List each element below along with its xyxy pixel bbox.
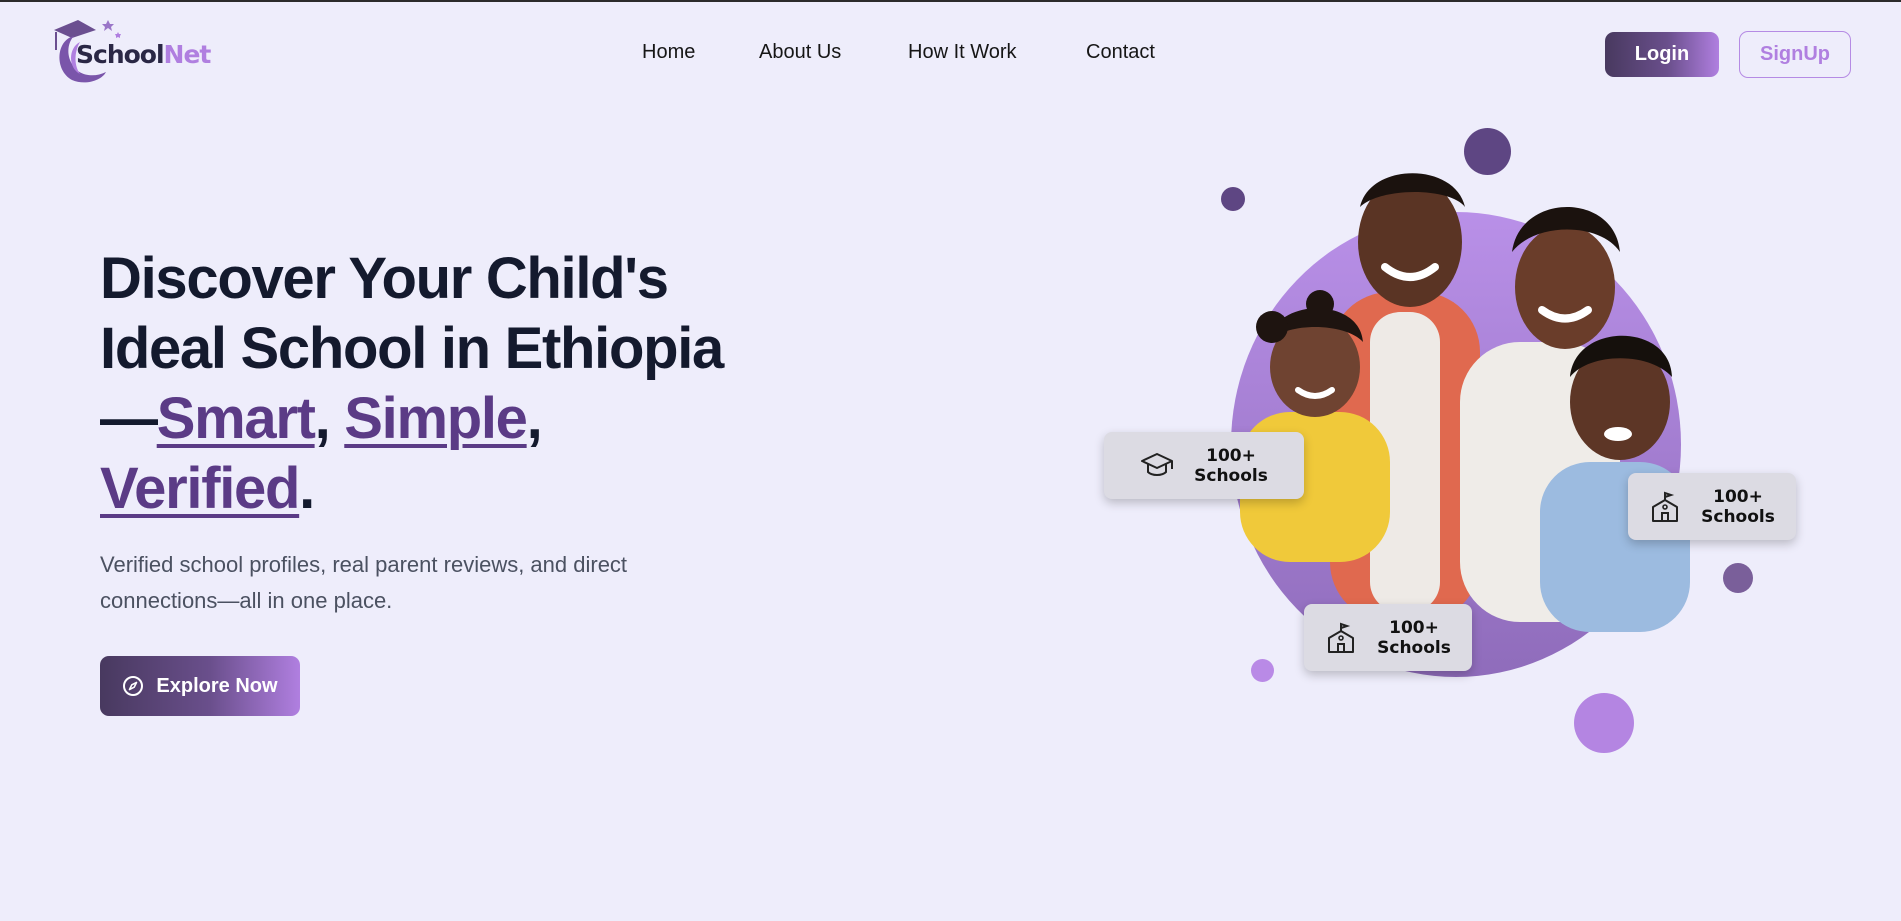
highlight-verified: Verified — [100, 456, 300, 521]
comma-1: , — [314, 386, 331, 451]
highlight-simple: Simple — [344, 386, 528, 451]
signup-button[interactable]: SignUp — [1739, 31, 1851, 78]
explore-now-button[interactable]: Explore Now — [100, 656, 300, 716]
hero-subtitle: Verified school profiles, real parent re… — [100, 552, 628, 613]
compass-icon — [123, 676, 144, 696]
nav-how-it-work[interactable]: How It Work — [908, 41, 1017, 64]
nav-contact[interactable]: Contact — [1086, 41, 1155, 64]
nav-about-us[interactable]: About Us — [759, 41, 841, 64]
comma-2: , — [526, 386, 543, 451]
graduation-cap-icon — [1141, 452, 1174, 476]
stat-badge: 100+ Schools — [1104, 432, 1304, 499]
decorative-dot — [1251, 659, 1274, 682]
decorative-dot — [1574, 693, 1634, 753]
hero-title-line2: Ideal School in Ethiopia — [100, 316, 724, 381]
highlight-smart: Smart — [156, 386, 316, 451]
stat-badge-text: 100+ Schools — [1701, 486, 1775, 527]
stat-badge: 100+ Schools — [1304, 604, 1472, 671]
hero-title-line1: Discover Your Child's — [100, 246, 669, 311]
stat-badge: 100+ Schools — [1628, 473, 1796, 540]
hero-title-dash: — — [100, 386, 158, 451]
decorative-dot — [1723, 563, 1753, 593]
stat-badge-text: 100+ Schools — [1377, 617, 1451, 658]
family-photo — [1240, 173, 1690, 632]
login-button[interactable]: Login — [1605, 32, 1719, 77]
explore-now-label: Explore Now — [156, 674, 278, 697]
period: . — [299, 456, 315, 521]
stat-badge-text: 100+ Schools — [1194, 445, 1268, 486]
school-building-icon — [1652, 491, 1679, 522]
hero-title: Discover Your Child's Ideal School in Et… — [100, 244, 800, 524]
school-building-icon — [1328, 622, 1355, 653]
nav-home[interactable]: Home — [642, 41, 695, 64]
